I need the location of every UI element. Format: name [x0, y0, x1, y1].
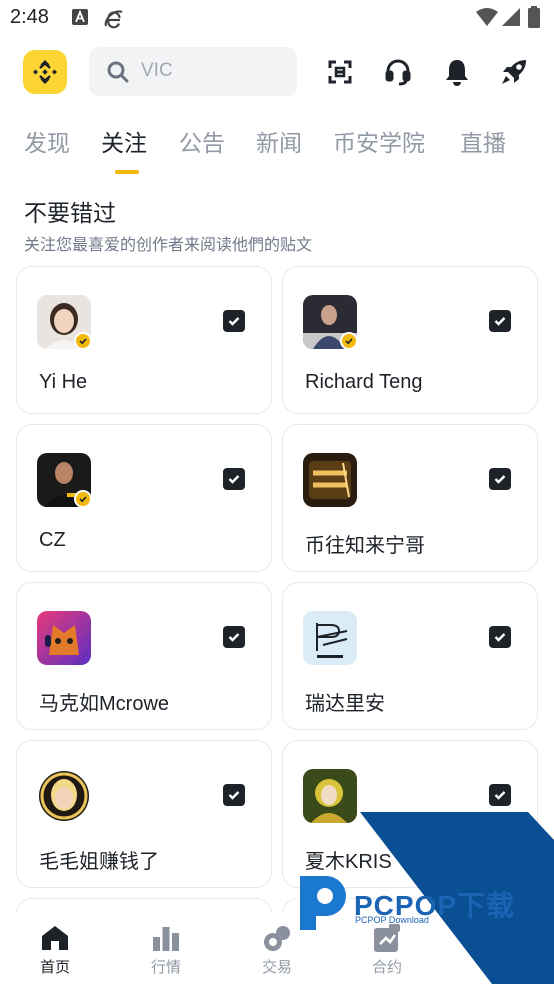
section-subtitle: 关注您最喜爱的创作者来阅读他們的贴文	[24, 235, 313, 254]
bottom-nav: 首页 行情 交易 合约	[0, 912, 554, 984]
creator-name: 马克如Mcrowe	[39, 693, 170, 715]
status-time: 2:48	[10, 6, 49, 28]
tab-live[interactable]: 直播	[460, 124, 506, 158]
search-input[interactable]	[141, 57, 281, 85]
search-bar[interactable]	[89, 47, 297, 96]
avatar	[303, 611, 357, 665]
battery-icon	[528, 6, 540, 32]
creator-card[interactable]: 毛毛姐赚钱了	[16, 740, 272, 888]
rocket-icon[interactable]	[498, 56, 530, 88]
creator-card[interactable]: 瑞达里安	[282, 582, 538, 730]
avatar	[37, 611, 91, 665]
creator-card[interactable]: Yi He	[16, 266, 272, 414]
tab-discover[interactable]: 发现	[24, 124, 70, 158]
verified-badge-icon	[74, 332, 92, 350]
creator-card[interactable]: 马克如Mcrowe	[16, 582, 272, 730]
creator-card[interactable]: CZ	[16, 424, 272, 572]
nav-label: 合约	[371, 958, 402, 976]
avatar	[303, 769, 357, 823]
nav-label: 交易	[261, 958, 292, 976]
binance-logo[interactable]	[23, 50, 67, 94]
wifi-icon	[476, 8, 498, 30]
category-tabs: 发现 关注 公告 新闻 币安学院 直播	[0, 118, 554, 178]
nav-futures[interactable]: 合约	[347, 912, 427, 984]
creator-name: 毛毛姐赚钱了	[39, 851, 159, 873]
creator-name: 瑞达里安	[305, 693, 385, 715]
tab-academy[interactable]: 币安学院	[333, 124, 425, 158]
trade-icon	[263, 924, 291, 952]
search-icon	[106, 60, 130, 88]
browser-e-icon	[104, 9, 124, 33]
verified-badge-icon	[74, 490, 92, 508]
follow-checkbox[interactable]	[489, 784, 511, 806]
tab-announcements[interactable]: 公告	[179, 124, 225, 158]
scan-icon[interactable]	[324, 56, 356, 88]
tab-following[interactable]: 关注	[101, 124, 147, 158]
follow-checkbox[interactable]	[223, 626, 245, 648]
follow-checkbox[interactable]	[223, 784, 245, 806]
avatar	[37, 769, 91, 823]
follow-checkbox[interactable]	[489, 468, 511, 490]
creator-name: Yi He	[39, 371, 88, 393]
creator-name: 夏木KRIS	[305, 851, 392, 873]
verified-badge-icon	[340, 332, 358, 350]
follow-checkbox[interactable]	[223, 310, 245, 332]
creator-name: CZ	[39, 529, 66, 551]
creator-card[interactable]: 币往知来宁哥	[282, 424, 538, 572]
home-icon	[41, 924, 69, 952]
futures-icon	[373, 924, 401, 952]
status-bar: 2:48	[0, 0, 554, 38]
chart-icon	[152, 924, 180, 952]
follow-checkbox[interactable]	[489, 626, 511, 648]
follow-checkbox[interactable]	[223, 468, 245, 490]
tab-news[interactable]: 新闻	[256, 124, 302, 158]
follow-checkbox[interactable]	[489, 310, 511, 332]
nav-home[interactable]: 首页	[15, 912, 95, 984]
creator-card[interactable]: Richard Teng	[282, 266, 538, 414]
creator-card[interactable]: 夏木KRIS	[282, 740, 538, 888]
bell-icon[interactable]	[441, 56, 473, 88]
section-title: 不要错过	[24, 201, 116, 227]
nav-label: 行情	[150, 958, 181, 976]
creator-name: Richard Teng	[305, 371, 423, 393]
active-tab-indicator	[115, 170, 139, 174]
creator-name: 币往知来宁哥	[305, 535, 425, 557]
signal-icon	[502, 8, 520, 30]
nav-trade[interactable]: 交易	[237, 912, 317, 984]
nav-label: 首页	[39, 958, 70, 976]
notification-a-icon	[72, 9, 88, 29]
headset-icon[interactable]	[382, 56, 414, 88]
header	[0, 44, 554, 100]
nav-markets[interactable]: 行情	[126, 912, 206, 984]
avatar	[303, 453, 357, 507]
